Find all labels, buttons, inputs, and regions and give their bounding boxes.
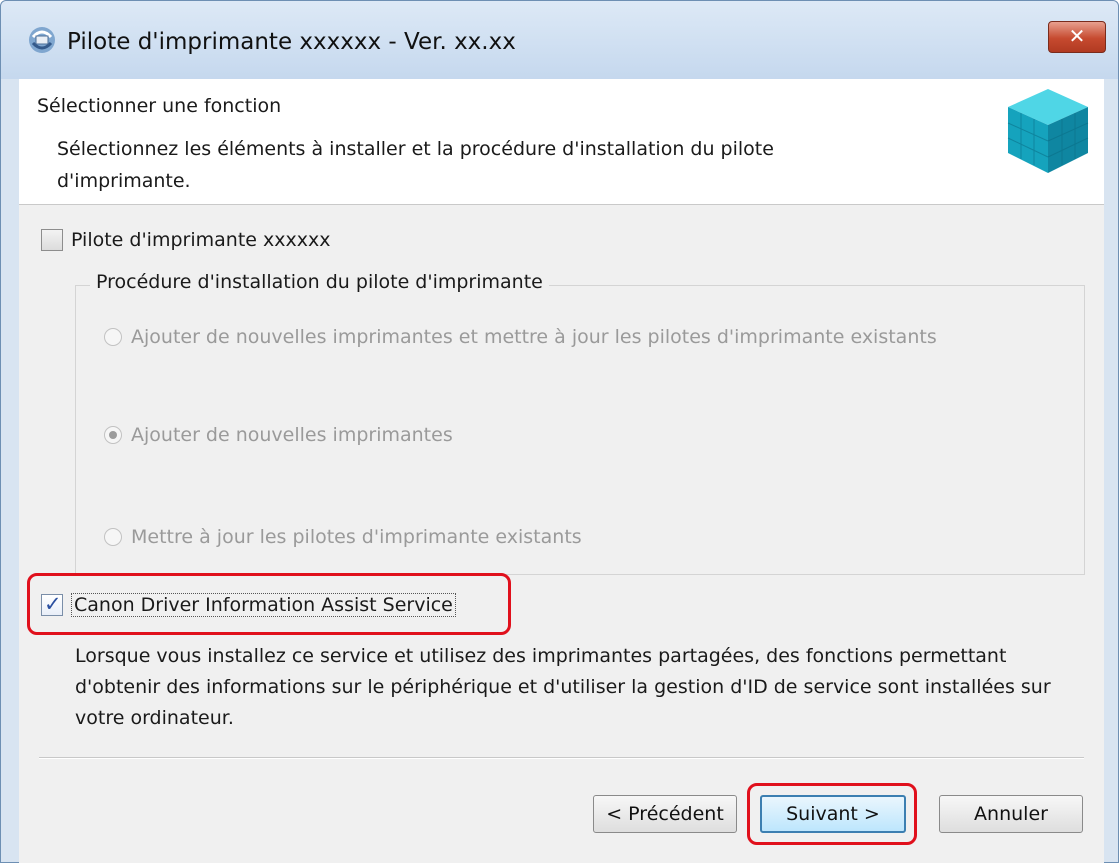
radio-option-add-and-update: Ajouter de nouvelles imprimantes et mett… (104, 326, 937, 348)
installer-app-icon (29, 27, 55, 53)
dialog-body: Sélectionner une fonction Sélectionnez l… (19, 79, 1104, 863)
procedure-group-title: Procédure d'installation du pilote d'imp… (90, 271, 549, 293)
radio-option-update-existing: Mettre à jour les pilotes d'imprimante e… (104, 526, 582, 548)
cube-logo-icon (1007, 89, 1089, 173)
installer-window: Pilote d'imprimante xxxxxx - Ver. xx.xx … (0, 0, 1119, 863)
back-button[interactable]: < Précédent (593, 795, 737, 833)
assist-service-checkbox[interactable]: ✓ (41, 592, 63, 616)
radio-add-new-label: Ajouter de nouvelles imprimantes (131, 424, 453, 446)
check-mark-icon: ✓ (44, 592, 62, 616)
procedure-groupbox: Procédure d'installation du pilote d'imp… (75, 271, 1085, 575)
footer-separator (39, 757, 1084, 759)
page-description: Sélectionnez les éléments à installer et… (57, 138, 774, 192)
radio-add-and-update (104, 328, 122, 346)
cancel-button[interactable]: Annuler (939, 795, 1083, 833)
assist-service-label: Canon Driver Information Assist Service (71, 593, 456, 617)
radio-add-and-update-label: Ajouter de nouvelles imprimantes et mett… (131, 326, 937, 348)
assist-service-description: Lorsque vous installez ce service et uti… (75, 645, 1051, 729)
window-title: Pilote d'imprimante xxxxxx - Ver. xx.xx (67, 29, 516, 55)
dialog-header: Sélectionner une fonction Sélectionnez l… (19, 79, 1104, 205)
radio-option-add-new: Ajouter de nouvelles imprimantes (104, 424, 453, 446)
page-title: Sélectionner une fonction (37, 95, 282, 117)
radio-update-existing-label: Mettre à jour les pilotes d'imprimante e… (131, 526, 582, 548)
radio-update-existing (104, 528, 122, 546)
radio-add-new (104, 426, 122, 444)
assist-service-option[interactable]: ✓ Canon Driver Information Assist Servic… (41, 592, 456, 617)
title-bar[interactable]: Pilote d'imprimante xxxxxx - Ver. xx.xx … (1, 1, 1118, 79)
driver-checkbox-label: Pilote d'imprimante xxxxxx (71, 229, 331, 251)
next-button[interactable]: Suivant > (760, 795, 906, 833)
close-button[interactable]: ✕ (1048, 21, 1106, 53)
driver-option[interactable]: Pilote d'imprimante xxxxxx (41, 229, 330, 251)
driver-checkbox[interactable] (41, 229, 63, 251)
